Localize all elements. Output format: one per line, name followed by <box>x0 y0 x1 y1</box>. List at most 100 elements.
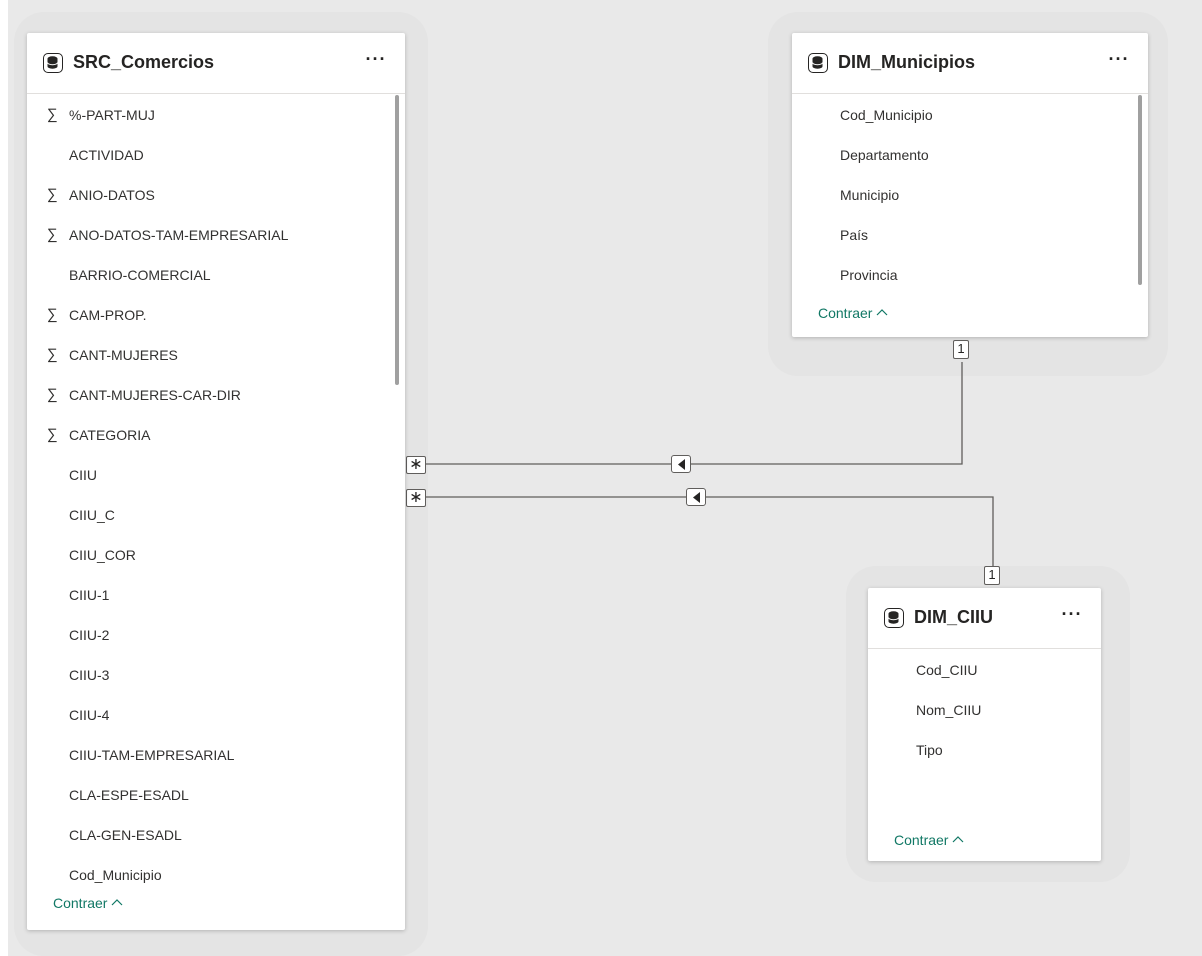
sigma-icon: ∑ <box>47 106 58 123</box>
field-row[interactable]: Departamento <box>792 135 1134 175</box>
field-label: CIIU_C <box>69 507 115 523</box>
field-row[interactable]: CIIU-3 <box>27 655 391 695</box>
collapse-link[interactable]: Contraer <box>53 895 123 911</box>
field-label: %-PART-MUJ <box>69 107 155 123</box>
table-card-header[interactable]: DIM_CIIU ··· <box>868 588 1101 649</box>
field-label: BARRIO-COMERCIAL <box>69 267 211 283</box>
chevron-up-icon <box>111 893 123 909</box>
more-options-button[interactable]: ··· <box>1055 602 1089 630</box>
field-row[interactable]: Municipio <box>792 175 1134 215</box>
field-label: ACTIVIDAD <box>69 147 144 163</box>
collapse-label: Contraer <box>818 305 873 321</box>
field-row[interactable]: Cod_Municipio <box>792 95 1134 135</box>
field-row[interactable]: CIIU <box>27 455 391 495</box>
field-label: Tipo <box>916 742 943 758</box>
table-title: DIM_CIIU <box>914 607 994 627</box>
chevron-up-icon <box>876 303 888 319</box>
field-row[interactable]: Cod_Municipio <box>27 855 391 895</box>
filter-direction-arrow-icon[interactable] <box>671 455 691 473</box>
field-label: Cod_Municipio <box>69 867 162 883</box>
field-row[interactable]: CIIU_COR <box>27 535 391 575</box>
sigma-icon: ∑ <box>47 226 58 243</box>
field-label: ANO-DATOS-TAM-EMPRESARIAL <box>69 227 289 243</box>
field-row[interactable]: Nom_CIIU <box>868 690 1087 730</box>
scrollbar-thumb[interactable] <box>1138 95 1142 285</box>
field-row[interactable]: CIIU-2 <box>27 615 391 655</box>
field-label: CIIU <box>69 467 97 483</box>
table-card-dim-municipios[interactable]: DIM_Municipios ··· Cod_Municipio Departam… <box>792 33 1148 337</box>
model-canvas[interactable]: ∗ ∗ 1 1 SRC_Comercios ··· ∑ %-PART-MUJ ACT… <box>8 0 1202 956</box>
collapse-link[interactable]: Contraer <box>818 305 888 321</box>
many-cardinality-marker[interactable]: ∗ <box>406 489 426 507</box>
field-list[interactable]: Cod_Municipio Departamento Municipio País Pr… <box>792 95 1134 295</box>
field-label: Municipio <box>840 187 900 203</box>
field-row[interactable]: ∑ %-PART-MUJ <box>27 95 391 135</box>
field-label: CANT-MUJERES <box>69 347 178 363</box>
field-label: Cod_CIIU <box>916 662 978 678</box>
field-row[interactable]: País <box>792 215 1134 255</box>
field-row[interactable]: CIIU-TAM-EMPRESARIAL <box>27 735 391 775</box>
sigma-icon: ∑ <box>47 386 58 403</box>
table-card-dim-ciiu[interactable]: DIM_CIIU ··· Cod_CIIU Nom_CIIU Tipo Contra… <box>868 588 1101 861</box>
table-card-header[interactable]: SRC_Comercios ··· <box>27 33 405 94</box>
field-row[interactable]: ACTIVIDAD <box>27 135 391 175</box>
chevron-up-icon <box>952 830 964 846</box>
field-label: CANT-MUJERES-CAR-DIR <box>69 387 241 403</box>
more-options-button[interactable]: ··· <box>359 47 393 75</box>
field-row[interactable]: ∑ CAM-PROP. <box>27 295 391 335</box>
field-row[interactable]: ∑ ANO-DATOS-TAM-EMPRESARIAL <box>27 215 391 255</box>
field-list[interactable]: Cod_CIIU Nom_CIIU Tipo <box>868 650 1087 790</box>
field-label: CLA-GEN-ESADL <box>69 827 182 843</box>
field-row[interactable]: ∑ CANT-MUJERES-CAR-DIR <box>27 375 391 415</box>
field-label: CATEGORIA <box>69 427 151 443</box>
field-row[interactable]: Provincia <box>792 255 1134 295</box>
field-row[interactable]: Tipo <box>868 730 1087 770</box>
field-row[interactable]: CIIU-1 <box>27 575 391 615</box>
table-card-src-comercios[interactable]: SRC_Comercios ··· ∑ %-PART-MUJ ACTIVIDAD ∑ A… <box>27 33 405 930</box>
field-row[interactable]: CIIU-4 <box>27 695 391 735</box>
table-card-header[interactable]: DIM_Municipios ··· <box>792 33 1148 94</box>
field-label: CIIU_COR <box>69 547 136 563</box>
field-row[interactable]: CLA-ESPE-ESADL <box>27 775 391 815</box>
field-label: País <box>840 227 869 243</box>
one-cardinality-marker[interactable]: 1 <box>953 340 969 359</box>
field-label: CLA-ESPE-ESADL <box>69 787 189 803</box>
relationship-line-municipios <box>426 362 963 465</box>
field-row[interactable]: Cod_CIIU <box>868 650 1087 690</box>
field-label: CIIU-3 <box>69 667 110 683</box>
scrollbar-thumb[interactable] <box>395 95 399 385</box>
field-row[interactable]: CLA-GEN-ESADL <box>27 815 391 855</box>
collapse-label: Contraer <box>894 832 949 848</box>
relationship-line-ciiu <box>426 496 994 567</box>
field-label: ANIO-DATOS <box>69 187 155 203</box>
filter-direction-arrow-icon[interactable] <box>686 488 706 506</box>
field-row[interactable]: ∑ ANIO-DATOS <box>27 175 391 215</box>
field-label: Nom_CIIU <box>916 702 982 718</box>
database-table-icon <box>884 608 904 628</box>
collapse-link[interactable]: Contraer <box>894 832 964 848</box>
more-options-button[interactable]: ··· <box>1102 47 1136 75</box>
database-table-icon <box>43 53 63 73</box>
field-row[interactable]: ∑ CATEGORIA <box>27 415 391 455</box>
field-list[interactable]: ∑ %-PART-MUJ ACTIVIDAD ∑ ANIO-DATOS ∑ ANO-DATO… <box>27 95 391 891</box>
sigma-icon: ∑ <box>47 306 58 323</box>
field-label: CIIU-4 <box>69 707 110 723</box>
field-label: CIIU-TAM-EMPRESARIAL <box>69 747 235 763</box>
table-title: DIM_Municipios <box>838 52 976 72</box>
field-label: Provincia <box>840 267 898 283</box>
sigma-icon: ∑ <box>47 186 58 203</box>
field-label: CIIU-2 <box>69 627 110 643</box>
one-cardinality-marker[interactable]: 1 <box>984 566 1000 585</box>
field-label: Departamento <box>840 147 929 163</box>
field-row[interactable]: ∑ CANT-MUJERES <box>27 335 391 375</box>
table-title: SRC_Comercios <box>73 52 215 72</box>
field-label: CIIU-1 <box>69 587 110 603</box>
sigma-icon: ∑ <box>47 426 58 443</box>
many-cardinality-marker[interactable]: ∗ <box>406 456 426 474</box>
sigma-icon: ∑ <box>47 346 58 363</box>
field-row[interactable]: CIIU_C <box>27 495 391 535</box>
collapse-label: Contraer <box>53 895 108 911</box>
field-row[interactable]: BARRIO-COMERCIAL <box>27 255 391 295</box>
database-table-icon <box>808 53 828 73</box>
field-label: CAM-PROP. <box>69 307 147 323</box>
